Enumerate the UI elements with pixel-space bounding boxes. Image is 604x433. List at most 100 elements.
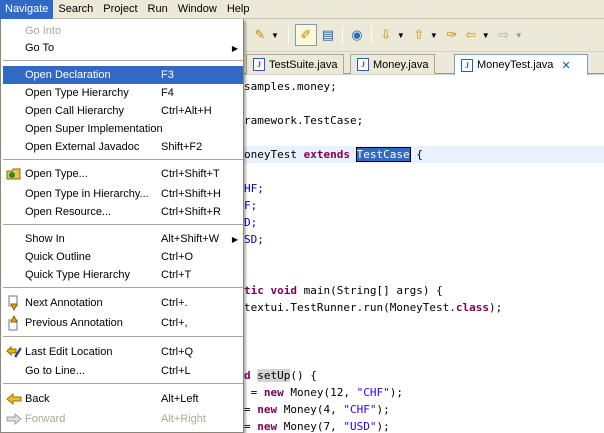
tab-testsuite[interactable]: J TestSuite.java: [246, 54, 345, 74]
code-text: =: [244, 420, 258, 433]
menu-item-label: Open External Javadoc: [25, 141, 140, 153]
next-annotation-icon[interactable]: ⇩: [378, 27, 394, 43]
menu-project[interactable]: Project: [98, 0, 142, 19]
tab-moneytest[interactable]: J MoneyTest.java ✕: [454, 54, 588, 75]
menu-item-label: Go to Line...: [25, 365, 85, 377]
menu-separator: [3, 224, 243, 225]
close-icon[interactable]: ✕: [561, 59, 570, 72]
main-toolbar: ✎ ▼ ✐ ▤ ◉ ⇩ ▼ ⇧ ▼ ✑ ⇦ ▼ ⇨ ▼: [244, 19, 604, 51]
menu-bar: Navigate Search Project Run Window Help: [0, 0, 604, 19]
menu-item-go-to-line[interactable]: Go to Line... Ctrl+L: [3, 362, 243, 380]
code-line: = new Money(4, "CHF");: [244, 401, 390, 418]
menu-item-open-resource[interactable]: Open Resource... Ctrl+Shift+R: [3, 203, 243, 221]
menu-help[interactable]: Help: [222, 0, 255, 19]
menu-item-label: Open Resource...: [25, 206, 112, 218]
menu-item-label: Open Super Implementation: [25, 123, 163, 135]
keyword: tic: [244, 284, 271, 297]
forward-arrow-icon[interactable]: ⇨: [496, 27, 512, 43]
chevron-down-icon[interactable]: ▼: [397, 31, 405, 40]
menu-item-accelerator: F4: [161, 87, 174, 99]
back-arrow-icon[interactable]: ⇦: [463, 27, 479, 43]
code-text: );: [376, 420, 390, 433]
selected-text: TestCase: [355, 147, 411, 162]
menu-item-quick-type-hierarchy[interactable]: Quick Type Hierarchy Ctrl+T: [3, 266, 243, 284]
menu-item-show-in[interactable]: Show In Alt+Shift+W ▶: [3, 230, 243, 248]
menu-item-accelerator: Ctrl+,: [161, 317, 188, 329]
submenu-arrow-icon: ▶: [231, 43, 238, 53]
menu-search[interactable]: Search: [53, 0, 98, 19]
menu-item-label: Open Type in Hierarchy...: [25, 188, 149, 200]
toggle-mark-occurrences-icon[interactable]: ✐: [294, 24, 317, 46]
menu-item-quick-outline[interactable]: Quick Outline Ctrl+O: [3, 248, 243, 266]
new-wizard-icon[interactable]: ✎: [252, 27, 268, 43]
web-browser-icon[interactable]: ◉: [349, 27, 365, 43]
last-edit-location-icon[interactable]: ✑: [444, 27, 460, 43]
menu-item-accelerator: Alt+Right: [161, 413, 206, 425]
string-literal: "CHF": [356, 386, 390, 399]
toolbar-separator: [370, 26, 372, 44]
code-line: ramework.TestCase;: [244, 112, 363, 129]
code-text: Money(7,: [277, 420, 344, 433]
menu-item-open-super-implementation[interactable]: Open Super Implementation: [3, 120, 243, 138]
keyword: class: [455, 301, 490, 314]
code-text: main(String[] args) {: [297, 284, 443, 297]
menu-item-open-external-javadoc[interactable]: Open External Javadoc Shift+F2: [3, 138, 243, 156]
menu-item-open-call-hierarchy[interactable]: Open Call Hierarchy Ctrl+Alt+H: [3, 102, 243, 120]
code-text: );: [489, 301, 503, 314]
menu-item-open-type-hierarchy[interactable]: Open Type Hierarchy F4: [3, 84, 243, 102]
tab-label: TestSuite.java: [269, 58, 338, 71]
occurrence-highlight: setUp: [257, 369, 291, 382]
code-text: =: [244, 386, 264, 399]
code-line: = new Money(7, "USD");: [244, 418, 390, 433]
java-file-icon: J: [461, 58, 473, 72]
menu-item-previous-annotation[interactable]: Previous Annotation Ctrl+,: [3, 314, 243, 332]
menu-item-accelerator: Alt+Shift+W: [161, 233, 220, 245]
current-line: oneyTest extends TestCase {: [244, 146, 604, 163]
menu-item-accelerator: Ctrl+Alt+H: [161, 105, 212, 117]
editor-tabs: J TestSuite.java J Money.java J MoneyTes…: [244, 52, 604, 75]
menu-item-accelerator: Ctrl+L: [161, 365, 191, 377]
string-literal: "CHF": [343, 403, 377, 416]
code-line: D;: [244, 214, 257, 231]
menu-item-label: Show In: [25, 233, 65, 245]
code-text: Money(12,: [283, 386, 357, 399]
menu-item-forward[interactable]: Forward Alt+Right: [3, 410, 243, 428]
code-line: textui.TestRunner.run(MoneyTest.class);: [244, 299, 502, 316]
menu-run[interactable]: Run: [143, 0, 173, 19]
chevron-down-icon[interactable]: ▼: [482, 31, 490, 40]
java-file-icon: J: [253, 58, 265, 71]
next-annotation-icon: [5, 295, 22, 311]
menu-item-open-type-in-hierarchy[interactable]: Open Type in Hierarchy... Ctrl+Shift+H: [3, 185, 243, 203]
menu-item-label: Open Type Hierarchy: [25, 87, 129, 99]
chevron-down-icon[interactable]: ▼: [430, 31, 438, 40]
chevron-down-icon[interactable]: ▼: [515, 31, 523, 40]
keyword: new: [257, 420, 278, 433]
menu-item-accelerator: F3: [161, 69, 174, 81]
menu-item-label: Open Call Hierarchy: [25, 105, 125, 117]
tab-label: Money.java: [373, 58, 429, 71]
chevron-down-icon[interactable]: ▼: [271, 31, 279, 40]
menu-window[interactable]: Window: [173, 0, 222, 19]
menu-item-last-edit-location[interactable]: Last Edit Location Ctrl+Q: [3, 343, 243, 361]
navigate-menu: Go Into Go To ▶ Open Declaration F3 Open…: [0, 19, 244, 433]
tab-label: MoneyTest.java: [477, 59, 554, 71]
code-text: () {: [290, 369, 317, 382]
code-editor[interactable]: samples.money; ramework.TestCase; oneyTe…: [244, 75, 604, 433]
menu-item-open-declaration[interactable]: Open Declaration F3: [3, 66, 243, 84]
show-source-only-icon[interactable]: ▤: [320, 27, 336, 43]
code-line: samples.money;: [244, 78, 337, 95]
menu-item-accelerator: Ctrl+T: [161, 269, 192, 281]
menu-item-back[interactable]: Back Alt+Left: [3, 390, 243, 408]
tab-money[interactable]: J Money.java: [350, 54, 436, 74]
submenu-arrow-icon: ▶: [231, 234, 238, 244]
menu-item-go-to[interactable]: Go To ▶: [3, 39, 243, 57]
menu-separator: [3, 60, 243, 61]
previous-annotation-icon[interactable]: ⇧: [411, 27, 427, 43]
menu-item-open-type[interactable]: Open Type... Ctrl+Shift+T: [3, 165, 243, 183]
menu-item-label: Open Type...: [25, 168, 88, 180]
menu-navigate[interactable]: Navigate: [0, 0, 54, 19]
field-name: D;: [244, 216, 258, 229]
menu-item-go-into[interactable]: Go Into: [3, 22, 243, 40]
menu-item-next-annotation[interactable]: Next Annotation Ctrl+.: [3, 294, 243, 312]
code-line: SD;: [244, 231, 264, 248]
